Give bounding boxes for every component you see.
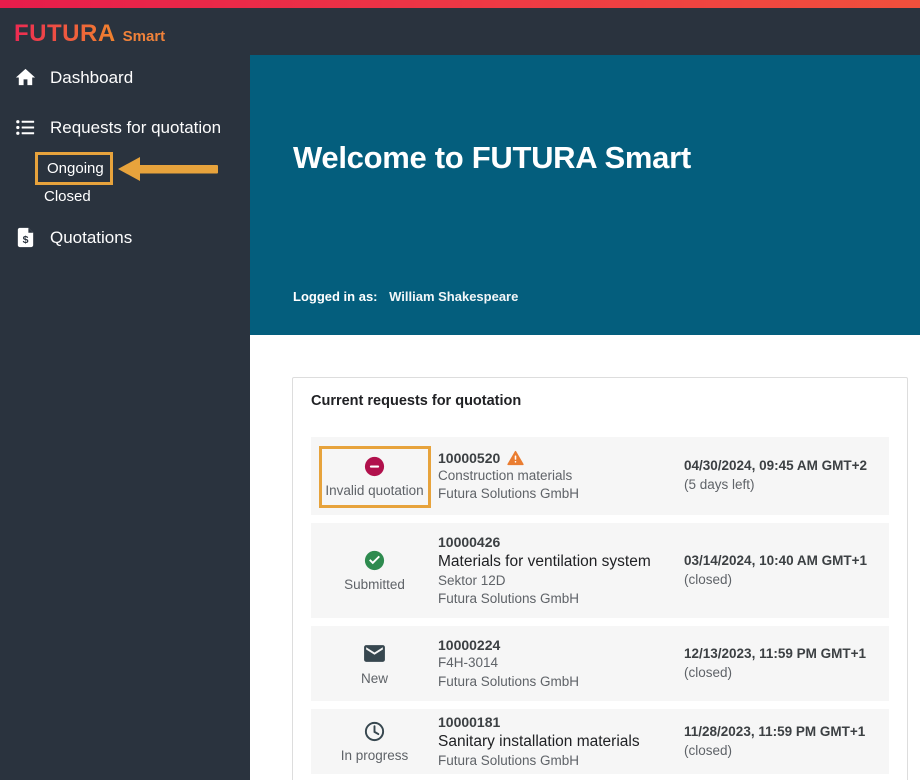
logged-in-label: Logged in as: bbox=[293, 289, 378, 304]
logged-in-status: Logged in as: William Shakespeare bbox=[293, 289, 518, 304]
annotation-highlight-box-ongoing: Ongoing bbox=[35, 152, 113, 185]
current-requests-card: Current requests for quotation Invalid q… bbox=[292, 377, 908, 780]
status-label: New bbox=[361, 671, 388, 686]
minus-circle-icon bbox=[363, 455, 386, 478]
request-company: Futura Solutions GmbH bbox=[438, 590, 674, 608]
warning-icon bbox=[507, 450, 524, 466]
sidebar-item-quotations[interactable]: $ Quotations bbox=[0, 226, 250, 249]
deadline-cell: 03/14/2024, 10:40 AM GMT+1 (closed) bbox=[684, 552, 889, 590]
check-circle-icon bbox=[363, 549, 386, 572]
deadline-cell: 12/13/2023, 11:59 PM GMT+1 (closed) bbox=[684, 645, 889, 683]
status-cell: Invalid quotation bbox=[311, 437, 438, 515]
request-info: 10000181 Sanitary installation materials… bbox=[438, 713, 684, 770]
annotation-arrow bbox=[118, 157, 218, 181]
deadline-cell: 11/28/2023, 11:59 PM GMT+1 (closed) bbox=[684, 723, 889, 761]
sidebar-item-closed[interactable]: Closed bbox=[44, 188, 91, 205]
request-number: 10000520 bbox=[438, 449, 500, 467]
deadline-note: (closed) bbox=[684, 571, 889, 590]
request-info: 10000224 F4H-3014 Futura Solutions GmbH bbox=[438, 636, 684, 691]
status-label: Invalid quotation bbox=[325, 483, 423, 498]
request-info: 10000426 Materials for ventilation syste… bbox=[438, 533, 684, 608]
request-row[interactable]: Invalid quotation 10000520 bbox=[311, 437, 889, 515]
request-company: Futura Solutions GmbH bbox=[438, 752, 674, 770]
request-deadline: 11/28/2023, 11:59 PM GMT+1 bbox=[684, 723, 889, 742]
sidebar-item-ongoing[interactable]: Ongoing bbox=[38, 160, 104, 177]
request-deadline: 03/14/2024, 10:40 AM GMT+1 bbox=[684, 552, 889, 571]
sidebar-item-requests-for-quotation[interactable]: Requests for quotation bbox=[0, 116, 250, 139]
sidebar-item-label: Quotations bbox=[50, 228, 132, 248]
home-icon bbox=[14, 66, 37, 89]
deadline-cell: 04/30/2024, 09:45 AM GMT+2 (5 days left) bbox=[684, 457, 889, 495]
brand-logo[interactable]: FUTURA Smart bbox=[14, 20, 165, 48]
app-window: FUTURA Smart Dashboard Requests for quot… bbox=[0, 0, 920, 780]
deadline-note: (5 days left) bbox=[684, 476, 889, 495]
request-company: Futura Solutions GmbH bbox=[438, 485, 674, 503]
request-list: Invalid quotation 10000520 bbox=[311, 437, 889, 774]
request-number: 10000181 bbox=[438, 713, 500, 731]
sidebar-item-label: Dashboard bbox=[50, 68, 133, 88]
brand-suffix: Smart bbox=[123, 28, 166, 45]
request-sector: Sektor 12D bbox=[438, 572, 674, 590]
card-title: Current requests for quotation bbox=[311, 393, 889, 409]
request-info: 10000520 Construction materials Futura S… bbox=[438, 449, 684, 504]
status-cell: Submitted bbox=[311, 523, 438, 618]
request-material: Construction materials bbox=[438, 467, 674, 485]
brand-name: FUTURA bbox=[14, 20, 116, 48]
sidebar: FUTURA Smart Dashboard Requests for quot… bbox=[0, 8, 250, 780]
request-title: Sanitary installation materials bbox=[438, 732, 674, 751]
envelope-icon bbox=[362, 641, 387, 666]
welcome-banner: Welcome to FUTURA Smart Logged in as: Wi… bbox=[250, 55, 920, 335]
request-reference: F4H-3014 bbox=[438, 654, 674, 672]
page-title: Welcome to FUTURA Smart bbox=[293, 140, 691, 176]
status-cell: New bbox=[311, 626, 438, 701]
status-cell: In progress bbox=[311, 709, 438, 774]
request-row[interactable]: New 10000224 F4H-3014 Futura Solutions G… bbox=[311, 626, 889, 701]
user-name: William Shakespeare bbox=[389, 289, 518, 304]
list-icon bbox=[14, 116, 37, 139]
sidebar-item-dashboard[interactable]: Dashboard bbox=[0, 66, 250, 89]
status-label: Submitted bbox=[344, 577, 405, 592]
request-row[interactable]: Submitted 10000426 Materials for ventila… bbox=[311, 523, 889, 618]
request-title: Materials for ventilation system bbox=[438, 552, 674, 571]
request-row[interactable]: In progress 10000181 Sanitary installati… bbox=[311, 709, 889, 774]
sidebar-item-label: Requests for quotation bbox=[50, 118, 221, 138]
quotation-document-icon: $ bbox=[14, 226, 37, 249]
request-number: 10000426 bbox=[438, 533, 500, 551]
deadline-note: (closed) bbox=[684, 742, 889, 761]
request-company: Futura Solutions GmbH bbox=[438, 673, 674, 691]
request-deadline: 12/13/2023, 11:59 PM GMT+1 bbox=[684, 645, 889, 664]
status-label: In progress bbox=[341, 748, 409, 763]
clock-icon bbox=[363, 720, 386, 743]
request-number: 10000224 bbox=[438, 636, 500, 654]
deadline-note: (closed) bbox=[684, 664, 889, 683]
svg-text:$: $ bbox=[23, 234, 29, 246]
request-deadline: 04/30/2024, 09:45 AM GMT+2 bbox=[684, 457, 889, 476]
top-accent-bar bbox=[0, 0, 920, 8]
